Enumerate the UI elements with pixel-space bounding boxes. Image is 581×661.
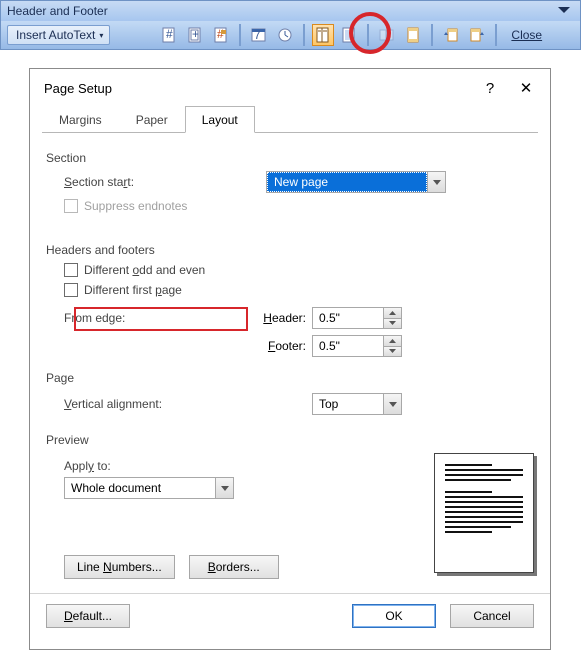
section-start-value: New page xyxy=(267,172,427,192)
dialog-help-button[interactable]: ? xyxy=(480,80,500,97)
borders-button[interactable]: Borders... xyxy=(189,555,279,579)
spin-up-icon[interactable] xyxy=(384,308,401,318)
suppress-endnotes-label: Suppress endnotes xyxy=(84,199,187,213)
apply-to-label: Apply to: xyxy=(46,459,111,473)
different-odd-even-checkbox[interactable] xyxy=(64,263,78,277)
toolbar-title-row: Header and Footer xyxy=(1,1,580,21)
date-insert-icon[interactable]: 7 xyxy=(248,24,270,46)
spin-down-icon[interactable] xyxy=(384,346,401,357)
dropdown-chevron-icon[interactable] xyxy=(215,478,233,498)
svg-text:#: # xyxy=(166,27,173,41)
apply-to-value: Whole document xyxy=(65,479,215,497)
line-numbers-button[interactable]: Line Numbers... xyxy=(64,555,175,579)
dropdown-chevron-icon[interactable] xyxy=(383,394,401,414)
show-previous-icon[interactable] xyxy=(440,24,462,46)
preview-group-label: Preview xyxy=(46,433,534,447)
section-start-dropdown[interactable]: New page xyxy=(266,171,446,193)
spin-down-icon[interactable] xyxy=(384,318,401,329)
insert-autotext-dropdown[interactable]: Insert AutoText ▾ xyxy=(7,25,110,45)
dropdown-chevron-icon[interactable] xyxy=(427,172,445,192)
svg-text:+: + xyxy=(192,27,199,41)
section-start-label: Section start: xyxy=(46,175,266,189)
page-setup-icon[interactable] xyxy=(312,24,334,46)
section-group-label: Section xyxy=(46,151,534,165)
show-hide-document-icon[interactable] xyxy=(338,24,360,46)
tab-paper[interactable]: Paper xyxy=(119,106,185,133)
page-setup-dialog: Page Setup ? ✕ Margins Paper Layout Sect… xyxy=(29,68,551,650)
vertical-alignment-dropdown[interactable]: Top xyxy=(312,393,402,415)
spin-up-icon[interactable] xyxy=(384,336,401,346)
dialog-close-button[interactable]: ✕ xyxy=(514,79,538,97)
suppress-endnotes-checkbox xyxy=(64,199,78,213)
header-distance-spinner[interactable]: 0.5" xyxy=(312,307,402,329)
dialog-titlebar: Page Setup ? ✕ xyxy=(30,69,550,105)
from-edge-label: From edge: xyxy=(46,311,244,325)
footer-distance-value: 0.5" xyxy=(313,337,383,355)
footer-distance-spinner[interactable]: 0.5" xyxy=(312,335,402,357)
default-button[interactable]: Default... xyxy=(46,604,130,628)
insert-autotext-label: Insert AutoText xyxy=(16,28,95,42)
same-as-previous-icon[interactable] xyxy=(376,24,398,46)
caret-down-icon: ▾ xyxy=(99,31,103,40)
page-count-insert-icon[interactable]: + xyxy=(184,24,206,46)
different-odd-even-label: Different odd and even xyxy=(84,263,205,277)
dialog-footer: Default... OK Cancel xyxy=(30,593,550,628)
cancel-button[interactable]: Cancel xyxy=(450,604,534,628)
header-distance-label: Header: xyxy=(244,311,312,325)
header-footer-toolbar: Header and Footer Insert AutoText ▾ # + … xyxy=(0,0,581,50)
preview-page-icon xyxy=(434,453,534,573)
dialog-title: Page Setup xyxy=(44,81,480,96)
tab-margins[interactable]: Margins xyxy=(42,106,119,133)
footer-distance-label: Footer: xyxy=(244,339,312,353)
page-number-format-icon[interactable]: # xyxy=(210,24,232,46)
headers-footers-group-label: Headers and footers xyxy=(46,243,534,257)
page-group-label: Page xyxy=(46,371,534,385)
vertical-alignment-value: Top xyxy=(313,395,383,413)
vertical-alignment-label: Vertical alignment: xyxy=(46,397,312,411)
time-insert-icon[interactable] xyxy=(274,24,296,46)
toolbar-row: Insert AutoText ▾ # + # 7 xyxy=(1,21,580,49)
dialog-body: Section Section start: New page Suppress… xyxy=(30,133,550,640)
show-next-icon[interactable] xyxy=(466,24,488,46)
toolbar-title: Header and Footer xyxy=(7,4,554,18)
dialog-tabs: Margins Paper Layout xyxy=(42,105,538,133)
toolbar-options-chevron-icon[interactable] xyxy=(554,3,574,19)
different-first-page-checkbox[interactable] xyxy=(64,283,78,297)
different-first-page-label: Different first page xyxy=(84,283,182,297)
header-distance-value: 0.5" xyxy=(313,309,383,327)
toolbar-close-button[interactable]: Close xyxy=(506,26,547,44)
ok-button[interactable]: OK xyxy=(352,604,436,628)
switch-header-footer-icon[interactable] xyxy=(402,24,424,46)
page-number-insert-icon[interactable]: # xyxy=(158,24,180,46)
tab-layout[interactable]: Layout xyxy=(185,106,255,133)
apply-to-dropdown[interactable]: Whole document xyxy=(64,477,234,499)
svg-text:7: 7 xyxy=(254,28,261,42)
